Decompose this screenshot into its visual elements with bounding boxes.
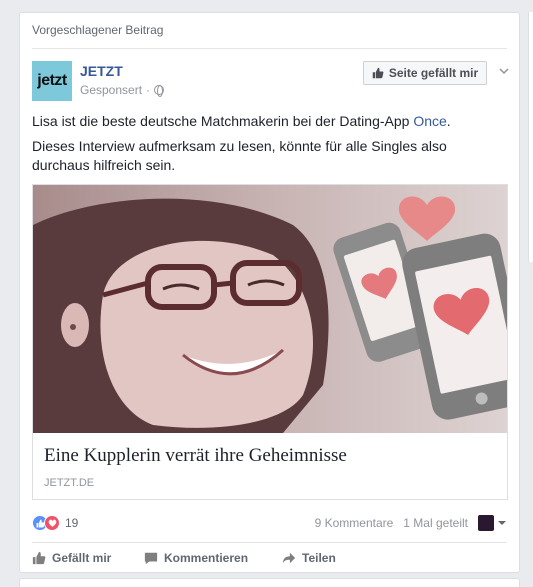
thumbs-up-icon: [32, 551, 46, 565]
link-preview-domain: JETZT.DE: [44, 477, 95, 489]
comment-icon: [144, 552, 158, 565]
post-paragraph-1: Lisa ist die beste deutsche Matchmakerin…: [32, 112, 505, 131]
like-page-button[interactable]: Seite gefällt mir: [363, 61, 487, 85]
globe-icon: [154, 85, 165, 97]
reactions-summary[interactable]: 19: [32, 515, 78, 531]
meta-dot: ·: [146, 83, 151, 97]
sponsored-post-card: Vorgeschlagener Beitrag jetzt JETZT Gesp…: [19, 12, 520, 573]
logo-text: jetzt: [37, 72, 67, 89]
like-label: Gefällt mir: [52, 551, 112, 565]
comments-count[interactable]: 9 Kommentare: [315, 516, 394, 530]
chevron-down-icon[interactable]: [498, 65, 510, 77]
post-text-part: Lisa ist die beste deutsche Matchmakerin…: [32, 113, 414, 129]
adjacent-panel-edge: [528, 12, 533, 262]
engagement-stats: 19 9 Kommentare 1 Mal geteilt: [32, 513, 507, 533]
post-actions: Gefällt mir Kommentieren Teilen: [32, 548, 382, 568]
post-text-part: .: [446, 113, 451, 129]
like-page-label: Seite gefällt mir: [388, 66, 479, 80]
page-avatar[interactable]: jetzt: [32, 61, 72, 101]
shares-count[interactable]: 1 Mal geteilt: [403, 516, 468, 530]
avatar: [478, 515, 494, 531]
like-button[interactable]: Gefällt mir: [32, 548, 144, 568]
sponsored-label[interactable]: Gesponsert: [80, 83, 142, 97]
reaction-count: 19: [65, 516, 79, 530]
love-reaction-icon: [44, 515, 60, 531]
share-arrow-icon: [282, 552, 296, 564]
page-name-link[interactable]: JETZT: [80, 63, 123, 79]
header-divider: [32, 48, 507, 49]
caret-down-icon: [498, 521, 506, 525]
link-preview[interactable]: Eine Kupplerin verrät ihre Geheimnisse J…: [32, 184, 508, 500]
post-paragraph-2: Dieses Interview aufmerksam zu lesen, kö…: [32, 138, 447, 173]
thumbs-up-icon: [372, 67, 384, 79]
stats-right: 9 Kommentare 1 Mal geteilt: [315, 515, 507, 531]
comment-label: Kommentieren: [164, 551, 249, 565]
actions-divider: [32, 542, 507, 543]
comment-button[interactable]: Kommentieren: [144, 548, 282, 568]
suggested-post-label: Vorgeschlagener Beitrag: [32, 23, 164, 37]
link-preview-title[interactable]: Eine Kupplerin verrät ihre Geheimnisse: [44, 445, 347, 467]
sponsored-meta: Gesponsert ·: [80, 83, 165, 97]
once-link[interactable]: Once: [413, 113, 446, 129]
link-preview-image[interactable]: [33, 185, 507, 433]
share-button[interactable]: Teilen: [282, 548, 382, 568]
share-label: Teilen: [302, 551, 336, 565]
preview-illustration: [33, 185, 507, 433]
post-text: Lisa ist die beste deutsche Matchmakerin…: [32, 112, 505, 181]
next-post-card-edge: [19, 578, 520, 587]
share-as-selector[interactable]: [478, 515, 507, 531]
